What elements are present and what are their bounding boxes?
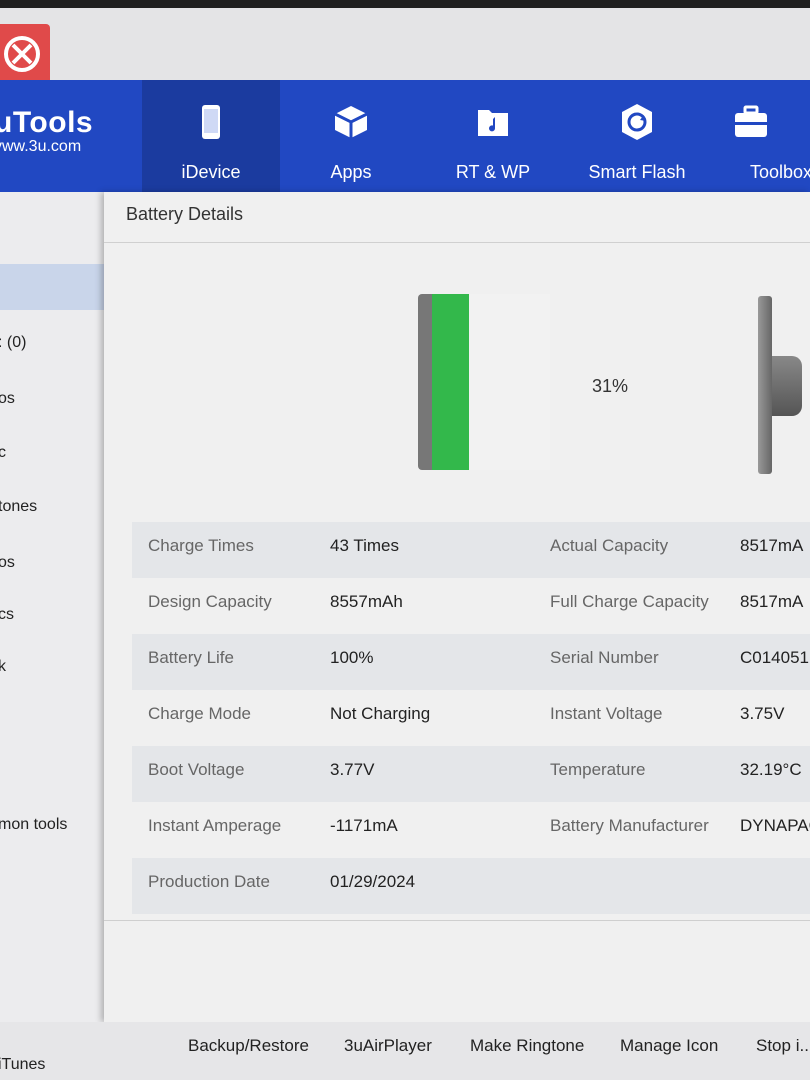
manage-icon-button[interactable]: Manage Icon <box>620 1036 718 1056</box>
sidebar-item-itunes[interactable]: iTunes <box>0 1056 45 1074</box>
detail-value: DYNAPAC <box>740 816 810 835</box>
nav-smart-flash[interactable]: Smart Flash <box>566 80 708 192</box>
title-bar <box>0 8 810 84</box>
sidebar: : (0) os c tones os cs k mon tools <box>0 192 104 1080</box>
nav-label: RT & WP <box>455 162 531 182</box>
detail-label: Temperature <box>550 760 646 779</box>
detail-value: 8517mA <box>740 592 804 611</box>
detail-label: Production Date <box>148 872 270 891</box>
detail-label: Design Capacity <box>148 592 272 611</box>
brand-name: uTools <box>0 106 94 139</box>
detail-value: 8517mA <box>740 536 804 555</box>
detail-value: 43 Times <box>330 536 399 555</box>
close-icon <box>4 36 40 72</box>
airplayer-button[interactable]: 3uAirPlayer <box>344 1036 432 1056</box>
nav-label: Smart Flash <box>588 162 686 182</box>
window-top-edge <box>0 0 810 8</box>
backup-restore-button[interactable]: Backup/Restore <box>188 1036 309 1056</box>
music-folder-icon <box>478 110 508 136</box>
nav-label: iDevice <box>181 162 241 182</box>
sidebar-item-common-tools[interactable]: mon tools <box>0 816 67 834</box>
nav-toolbox[interactable]: Toolbox <box>712 80 810 192</box>
detail-value: 32.19°C <box>740 760 802 779</box>
battery-terminal <box>772 356 802 416</box>
dialog-title: Battery Details <box>126 204 244 224</box>
battery-graphic <box>418 294 550 470</box>
sidebar-item[interactable]: k <box>0 658 6 676</box>
phone-icon <box>202 105 220 139</box>
detail-label: Instant Amperage <box>148 816 282 835</box>
footer-toolbar: Backup/Restore 3uAirPlayer Make Ringtone… <box>0 1022 810 1080</box>
detail-value: 3.75V <box>740 704 785 723</box>
battery-details-dialog: Battery Details 31% Charge Times 43 Time… <box>104 192 810 1022</box>
detail-label: Actual Capacity <box>550 536 669 555</box>
detail-label: Instant Voltage <box>550 704 663 723</box>
detail-label: Charge Mode <box>148 704 252 723</box>
nav-label: Toolbox <box>750 162 810 182</box>
close-button[interactable] <box>0 24 50 84</box>
sidebar-selected-item[interactable] <box>0 264 104 310</box>
detail-row: Design Capacity 8557mAh Full Charge Capa… <box>132 578 810 634</box>
detail-row: Instant Amperage -1171mA Battery Manufac… <box>132 802 810 858</box>
cube-icon <box>334 106 368 138</box>
nav-rt-wp[interactable]: RT & WP <box>424 80 562 192</box>
detail-value: 100% <box>330 648 374 667</box>
main-header: uTools vww.3u.com iDevice Apps RT & WP S… <box>0 80 810 192</box>
sidebar-item[interactable]: os <box>0 390 15 408</box>
toolbox-icon <box>735 105 767 137</box>
detail-row: Battery Life 100% Serial Number C014051 <box>132 634 810 690</box>
detail-row: Charge Mode Not Charging Instant Voltage… <box>132 690 810 746</box>
detail-row: Charge Times 43 Times Actual Capacity 85… <box>132 522 810 578</box>
detail-value: Not Charging <box>330 704 431 723</box>
detail-label: Full Charge Capacity <box>550 592 709 611</box>
detail-value: C014051 <box>740 648 810 667</box>
sidebar-item[interactable]: os <box>0 554 15 572</box>
detail-label: Serial Number <box>550 648 659 667</box>
detail-label: Battery Life <box>148 648 234 667</box>
sidebar-item[interactable]: : (0) <box>0 334 26 352</box>
battery-percent: 31% <box>592 376 629 396</box>
dialog-bottom-divider <box>104 920 810 921</box>
title-divider <box>104 242 810 243</box>
detail-label: Boot Voltage <box>148 760 245 779</box>
sidebar-item[interactable]: cs <box>0 606 14 624</box>
detail-value: 3.77V <box>330 760 375 779</box>
sidebar-item[interactable]: c <box>0 444 6 462</box>
detail-label: Charge Times <box>148 536 254 555</box>
detail-label: Battery Manufacturer <box>550 816 709 835</box>
make-ringtone-button[interactable]: Make Ringtone <box>470 1036 584 1056</box>
detail-row: Boot Voltage 3.77V Temperature 32.19°C <box>132 746 810 802</box>
nav-idevice[interactable]: iDevice <box>142 80 280 192</box>
brand: uTools vww.3u.com <box>0 106 93 156</box>
detail-value: -1171mA <box>330 816 398 835</box>
nav-label: Apps <box>330 162 372 182</box>
detail-row: Production Date 01/29/2024 <box>132 858 810 914</box>
brand-url: vww.3u.com <box>0 138 82 155</box>
flash-shield-icon <box>622 104 652 140</box>
sidebar-item[interactable]: tones <box>0 498 37 516</box>
nav-apps[interactable]: Apps <box>282 80 420 192</box>
stop-itunes-button[interactable]: Stop i... <box>756 1036 810 1056</box>
detail-value: 8557mAh <box>330 592 403 611</box>
battery-level-fill <box>432 294 469 470</box>
battery-end-cap <box>758 296 772 474</box>
detail-value: 01/29/2024 <box>330 872 416 891</box>
